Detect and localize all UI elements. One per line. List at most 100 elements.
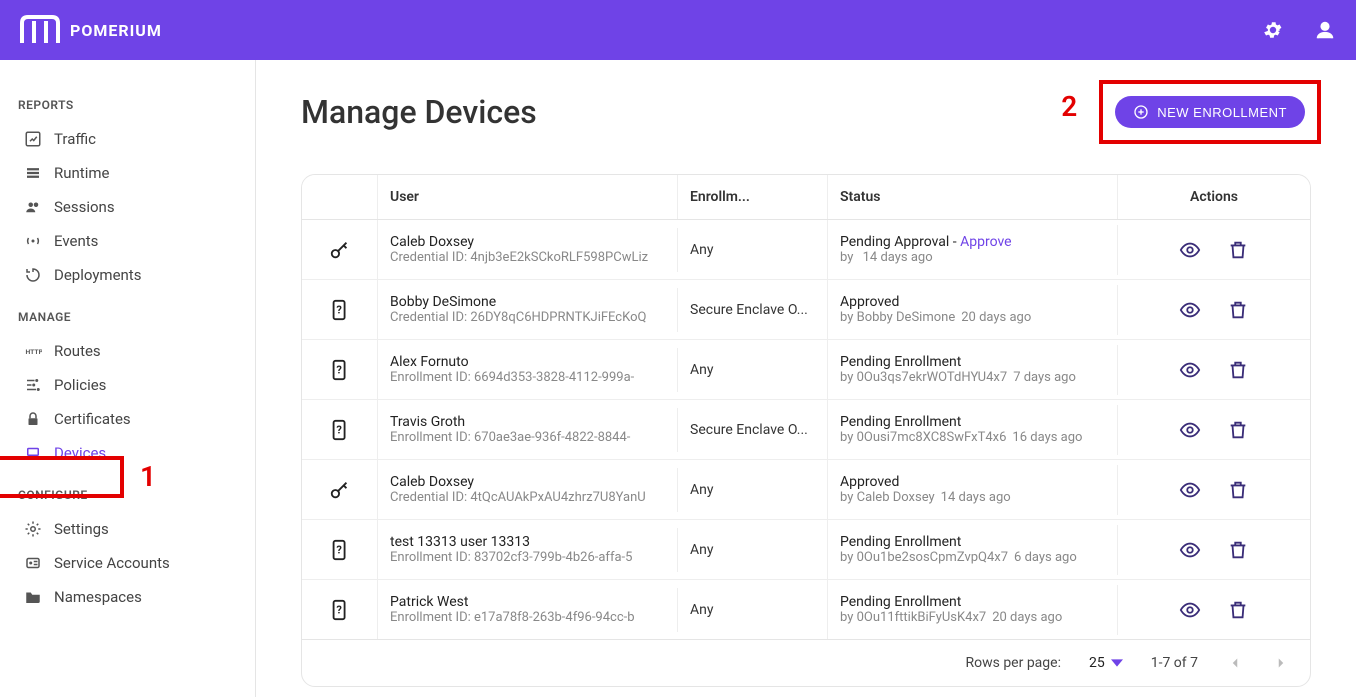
sidebar-item-namespaces[interactable]: Namespaces (14, 580, 229, 614)
table-row: Alex FornutoEnrollment ID: 6694d353-3828… (302, 340, 1310, 400)
view-icon[interactable] (1179, 239, 1201, 261)
status-text: Pending Enrollment (840, 594, 1105, 610)
sidebar-item-label: Policies (54, 376, 106, 394)
status-byline: by 0Ou3qs7ekrWOTdHYU4x77 days ago (840, 370, 1105, 385)
broadcast-icon (24, 232, 42, 250)
credential-id: Enrollment ID: 83702cf3-799b-4b26-affa-5 (390, 550, 665, 565)
sidebar-item-traffic[interactable]: Traffic (14, 122, 229, 156)
th-user[interactable]: User (377, 175, 677, 219)
sidebar-section-title: REPORTS (18, 98, 255, 112)
folder-icon (24, 588, 42, 606)
tune-icon (24, 376, 42, 394)
sidebar-section-title: CONFIGURE (18, 488, 255, 502)
status-byline: by 14 days ago (840, 250, 1105, 265)
status-byline: by Caleb Doxsey14 days ago (840, 490, 1105, 505)
badge-icon (24, 554, 42, 572)
sidebar-item-policies[interactable]: Policies (14, 368, 229, 402)
view-icon[interactable] (1179, 539, 1201, 561)
bars-icon (24, 164, 42, 182)
sidebar-section-title: MANAGE (18, 310, 255, 324)
user-name: Travis Groth (390, 414, 665, 430)
view-icon[interactable] (1179, 419, 1201, 441)
sidebar-item-label: Devices (54, 444, 106, 462)
status-text: Pending Enrollment (840, 534, 1105, 550)
sidebar-item-sessions[interactable]: Sessions (14, 190, 229, 224)
sidebar-item-label: Certificates (54, 410, 131, 428)
delete-icon[interactable] (1227, 539, 1249, 561)
page-range: 1-7 of 7 (1151, 655, 1198, 671)
annotation-number-2: 2 (1061, 90, 1077, 123)
brand[interactable]: POMERIUM (20, 15, 162, 45)
sidebar: REPORTS Traffic Runtime Sessions Events Deplo… (0, 60, 256, 697)
user-name: Patrick West (390, 594, 665, 610)
device-type-icon (329, 359, 351, 381)
sidebar-item-deployments[interactable]: Deployments (14, 258, 229, 292)
chart-icon (24, 130, 42, 148)
enrollment-type: Any (677, 228, 827, 272)
view-icon[interactable] (1179, 359, 1201, 381)
sidebar-item-settings[interactable]: Settings (14, 512, 229, 546)
delete-icon[interactable] (1227, 419, 1249, 441)
table-row: test 13313 user 13313Enrollment ID: 8370… (302, 520, 1310, 580)
next-page-icon[interactable] (1272, 654, 1290, 672)
main-content: Manage Devices NEW ENROLLMENT 2 User Enr… (256, 60, 1356, 697)
delete-icon[interactable] (1227, 599, 1249, 621)
sidebar-item-label: Settings (54, 520, 109, 538)
user-icon[interactable] (1314, 19, 1336, 41)
devices-table: User Enrollm... Status Actions Caleb Dox… (301, 174, 1311, 687)
user-name: Bobby DeSimone (390, 294, 665, 310)
sidebar-item-events[interactable]: Events (14, 224, 229, 258)
th-enrollment[interactable]: Enrollm... (677, 175, 827, 219)
status-byline: by 0Ousi7mc8XC8SwFxT4x616 days ago (840, 430, 1105, 445)
sidebar-item-label: Traffic (54, 130, 96, 148)
plus-circle-icon (1133, 104, 1149, 120)
sidebar-item-label: Sessions (54, 198, 115, 216)
status-text: Approved (840, 474, 1105, 490)
gear-icon[interactable] (1262, 19, 1284, 41)
credential-id: Credential ID: 4tQcAUAkPxAU4zhrz7U8YanU (390, 490, 665, 505)
view-icon[interactable] (1179, 299, 1201, 321)
gear-icon (24, 520, 42, 538)
status-text: Pending Approval - Approve (840, 234, 1105, 250)
history-icon (24, 266, 42, 284)
view-icon[interactable] (1179, 479, 1201, 501)
table-row: Bobby DeSimoneCredential ID: 26DY8qC6HDP… (302, 280, 1310, 340)
approve-link[interactable]: Approve (960, 234, 1011, 250)
enrollment-type: Any (677, 528, 827, 572)
page-title: Manage Devices (301, 93, 537, 131)
sidebar-item-label: Namespaces (54, 588, 142, 606)
table-row: Caleb DoxseyCredential ID: 4njb3eE2kSCko… (302, 220, 1310, 280)
status-byline: by 0Ou11fttikBiFyUsK4x720 days ago (840, 610, 1105, 625)
status-text: Pending Enrollment (840, 414, 1105, 430)
new-enrollment-button[interactable]: NEW ENROLLMENT (1115, 96, 1305, 128)
th-actions: Actions (1117, 175, 1310, 219)
sidebar-item-label: Events (54, 232, 98, 250)
prev-page-icon[interactable] (1226, 654, 1244, 672)
sidebar-item-service-accounts[interactable]: Service Accounts (14, 546, 229, 580)
table-footer: Rows per page: 25 1-7 of 7 (302, 640, 1310, 686)
delete-icon[interactable] (1227, 359, 1249, 381)
sidebar-item-label: Deployments (54, 266, 141, 284)
sidebar-item-routes[interactable]: HTTPRoutes (14, 334, 229, 368)
rows-per-page-select[interactable]: 25 (1089, 655, 1123, 671)
user-name: test 13313 user 13313 (390, 534, 665, 550)
device-type-icon (329, 239, 351, 261)
enrollment-type: Secure Enclave O... (677, 288, 827, 332)
delete-icon[interactable] (1227, 299, 1249, 321)
view-icon[interactable] (1179, 599, 1201, 621)
th-status[interactable]: Status (827, 175, 1117, 219)
enrollment-type: Any (677, 588, 827, 632)
enrollment-type: Any (677, 348, 827, 392)
sidebar-item-certificates[interactable]: Certificates (14, 402, 229, 436)
sidebar-item-label: Service Accounts (54, 554, 170, 572)
table-header: User Enrollm... Status Actions (302, 175, 1310, 220)
delete-icon[interactable] (1227, 239, 1249, 261)
credential-id: Enrollment ID: e17a78f8-263b-4f96-94cc-b (390, 610, 665, 625)
sidebar-item-label: Runtime (54, 164, 109, 182)
dropdown-icon (1111, 657, 1123, 669)
sidebar-item-runtime[interactable]: Runtime (14, 156, 229, 190)
brand-name: POMERIUM (70, 21, 162, 40)
delete-icon[interactable] (1227, 479, 1249, 501)
sidebar-item-devices[interactable]: Devices (14, 436, 229, 470)
sidebar-item-label: Routes (54, 342, 101, 360)
